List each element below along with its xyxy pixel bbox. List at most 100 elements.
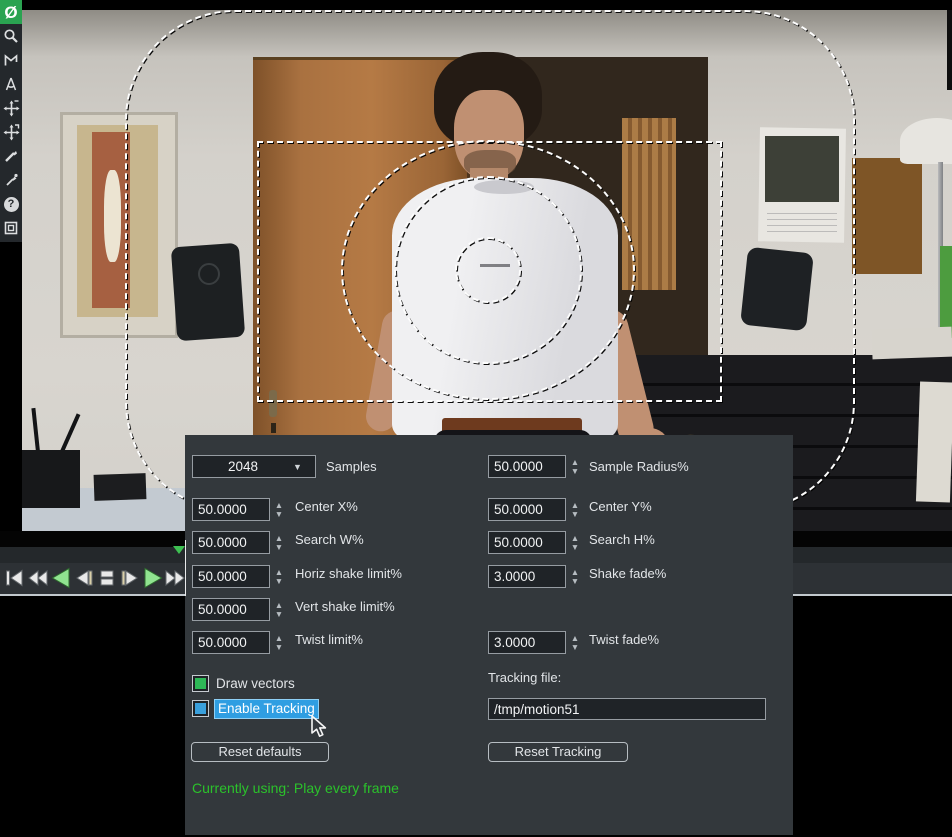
tracking-file-input[interactable] xyxy=(488,698,766,720)
spin-down-icon: ▼ xyxy=(571,510,579,518)
search-w-label: Search W% xyxy=(295,528,364,551)
stop-button[interactable] xyxy=(95,565,118,591)
compositor-window: Ø xyxy=(0,0,952,837)
enable-tracking-checkmark xyxy=(195,703,206,714)
spin-down-icon: ▼ xyxy=(571,543,579,551)
twist-limit-spinner[interactable]: ▲ ▼ xyxy=(271,631,287,654)
search-h-input[interactable] xyxy=(488,531,566,554)
magnify-tool[interactable] xyxy=(0,24,22,48)
search-h-label: Search H% xyxy=(589,528,655,551)
horiz-shake-limit-spinner[interactable]: ▲ ▼ xyxy=(271,565,287,588)
forward-play-icon xyxy=(141,565,164,591)
vert-shake-limit-spinner[interactable]: ▲ ▼ xyxy=(271,598,287,621)
trinket-shelf xyxy=(852,158,922,274)
center-y-spinner[interactable]: ▲ ▼ xyxy=(567,498,583,521)
shake-fade-spinner[interactable]: ▲ ▼ xyxy=(567,565,583,588)
frame-reverse-icon xyxy=(72,565,95,591)
protect-video-tool[interactable]: Ø xyxy=(0,0,22,24)
reset-tracking-button[interactable]: Reset Tracking xyxy=(488,742,628,762)
reverse-play-icon xyxy=(49,565,72,591)
shake-fade-input[interactable] xyxy=(488,565,566,588)
center-x-spinner[interactable]: ▲ ▼ xyxy=(271,498,287,521)
spin-down-icon: ▼ xyxy=(275,543,283,551)
rewind-to-start-button[interactable] xyxy=(3,565,26,591)
adjust-camera-icon xyxy=(3,100,20,117)
horiz-shake-limit-label: Horiz shake limit% xyxy=(295,562,402,585)
rewind-to-start-icon xyxy=(3,565,26,591)
green-books xyxy=(940,246,952,338)
transport-buttons xyxy=(3,565,186,591)
search-w-spinner[interactable]: ▲ ▼ xyxy=(271,531,287,554)
fast-forward-icon xyxy=(164,565,186,591)
mouse-cursor xyxy=(311,715,331,739)
fast-reverse-icon xyxy=(26,565,49,591)
center-y-label: Center Y% xyxy=(589,495,652,518)
enable-tracking-label: Enable Tracking xyxy=(215,700,318,718)
motion-inner-circle[interactable] xyxy=(455,237,521,303)
fast-forward-button[interactable] xyxy=(164,565,186,591)
compositor-toolbar: Ø xyxy=(0,0,22,242)
spin-down-icon: ▼ xyxy=(571,577,579,585)
eyedropper-tool[interactable] xyxy=(0,168,22,192)
right-edge-shadow xyxy=(947,10,952,90)
spin-down-icon: ▼ xyxy=(275,610,283,618)
center-y-input[interactable] xyxy=(488,498,566,521)
shake-fade-label: Shake fade% xyxy=(589,562,666,585)
white-papers xyxy=(916,381,952,502)
trinket-shelf-divider xyxy=(882,160,884,268)
motion-plugin-dialog: 2048 ▼ Samples ▲ ▼ Sample Radius% ▲ ▼ Ce… xyxy=(185,435,793,835)
fast-reverse-button[interactable] xyxy=(26,565,49,591)
twist-limit-input[interactable] xyxy=(192,631,270,654)
white-shelf xyxy=(872,327,952,360)
reset-defaults-button[interactable]: Reset defaults xyxy=(191,742,329,762)
twist-fade-input[interactable] xyxy=(488,631,566,654)
frame-forward-button[interactable] xyxy=(118,565,141,591)
help-icon: ? xyxy=(4,197,19,212)
safe-regions-icon xyxy=(3,220,19,236)
samples-label: Samples xyxy=(326,455,377,478)
status-message: Currently using: Play every frame xyxy=(192,780,399,796)
draw-vectors-checkmark xyxy=(195,678,206,689)
tool-info-tool[interactable]: ? xyxy=(0,192,22,216)
magnify-icon xyxy=(3,28,19,44)
ruler-tool[interactable] xyxy=(0,72,22,96)
crop-tool[interactable] xyxy=(0,144,22,168)
frame-reverse-button[interactable] xyxy=(72,565,95,591)
spin-down-icon: ▼ xyxy=(275,643,283,651)
search-h-spinner[interactable]: ▲ ▼ xyxy=(567,531,583,554)
protect-video-icon: Ø xyxy=(4,4,17,21)
vert-shake-limit-input[interactable] xyxy=(192,598,270,621)
adjust-camera-tool[interactable] xyxy=(0,96,22,120)
stop-icon xyxy=(95,565,118,591)
router xyxy=(22,450,80,508)
sample-radius-spinner[interactable]: ▲ ▼ xyxy=(567,455,583,478)
forward-play-button[interactable] xyxy=(141,565,164,591)
center-x-input[interactable] xyxy=(192,498,270,521)
draw-vectors-label: Draw vectors xyxy=(216,675,295,693)
reverse-play-button[interactable] xyxy=(49,565,72,591)
dialog-left-edge-highlight xyxy=(185,540,186,596)
horiz-shake-limit-input[interactable] xyxy=(192,565,270,588)
playhead-marker[interactable] xyxy=(173,546,185,554)
mask-icon xyxy=(3,52,19,68)
adjust-projector-tool[interactable] xyxy=(0,120,22,144)
twist-limit-label: Twist limit% xyxy=(295,628,363,651)
adjust-projector-icon xyxy=(3,124,20,141)
twist-fade-spinner[interactable]: ▲ ▼ xyxy=(567,631,583,654)
safe-regions-tool[interactable] xyxy=(0,216,22,240)
chevron-down-icon: ▼ xyxy=(293,462,315,472)
crop-knife-icon xyxy=(3,148,19,164)
spin-down-icon: ▼ xyxy=(275,510,283,518)
sample-radius-label: Sample Radius% xyxy=(589,455,689,478)
search-w-input[interactable] xyxy=(192,531,270,554)
twist-fade-label: Twist fade% xyxy=(589,628,659,651)
lamp-shade xyxy=(900,118,952,164)
spin-down-icon: ▼ xyxy=(571,467,579,475)
mask-tool[interactable] xyxy=(0,48,22,72)
draw-vectors-checkbox[interactable] xyxy=(192,675,209,692)
samples-dropdown[interactable]: 2048 ▼ xyxy=(192,455,316,478)
sample-radius-input[interactable] xyxy=(488,455,566,478)
black-box xyxy=(94,473,147,501)
enable-tracking-checkbox[interactable] xyxy=(192,700,209,717)
spin-down-icon: ▼ xyxy=(571,643,579,651)
